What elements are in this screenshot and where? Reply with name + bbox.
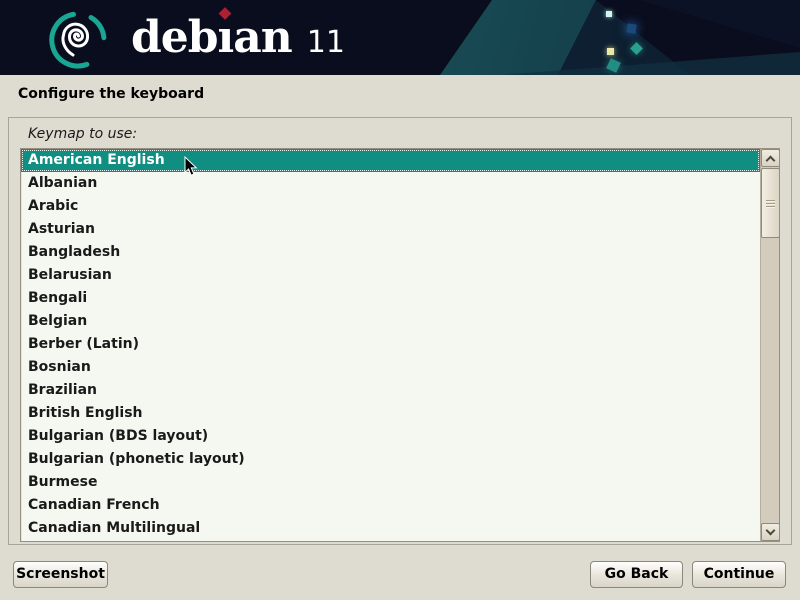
list-item[interactable]: Belarusian (21, 264, 760, 287)
keymap-frame: Keymap to use: American EnglishAlbanianA… (8, 117, 792, 545)
list-item[interactable]: Bengali (21, 287, 760, 310)
keymap-list: American EnglishAlbanianArabicAsturianBa… (21, 149, 760, 540)
chevron-up-icon (766, 155, 776, 165)
list-item[interactable]: Canadian Multilingual (21, 517, 760, 540)
list-item[interactable]: Asturian (21, 218, 760, 241)
banner: debian 11 (0, 0, 800, 75)
list-item[interactable]: Bulgarian (BDS layout) (21, 425, 760, 448)
list-item[interactable]: Albanian (21, 172, 760, 195)
list-item[interactable]: Brazilian (21, 379, 760, 402)
debian-swirl-icon (46, 6, 110, 70)
list-item[interactable]: Bosnian (21, 356, 760, 379)
go-back-button[interactable]: Go Back (590, 561, 683, 588)
list-item[interactable]: Bangladesh (21, 241, 760, 264)
version-number: 11 (307, 5, 345, 75)
list-item[interactable]: Bulgarian (phonetic layout) (21, 448, 760, 471)
brand-i: i (218, 0, 234, 75)
scrollbar[interactable] (760, 149, 779, 541)
continue-button[interactable]: Continue (692, 561, 786, 588)
keymap-label: Keymap to use: (28, 126, 137, 142)
scroll-down-button[interactable] (761, 523, 780, 541)
screenshot-button[interactable]: Screenshot (13, 561, 108, 588)
deco-square (626, 23, 636, 33)
keymap-listbox: American EnglishAlbanianArabicAsturianBa… (20, 148, 780, 542)
scroll-up-button[interactable] (761, 149, 780, 167)
brand-post: an (233, 12, 292, 63)
list-item[interactable]: Canadian French (21, 494, 760, 517)
page-title: Configure the keyboard (18, 86, 204, 102)
list-item[interactable]: British English (21, 402, 760, 425)
deco-square (606, 11, 612, 17)
scrollbar-thumb[interactable] (761, 168, 780, 238)
list-item[interactable]: Burmese (21, 471, 760, 494)
thumb-grip (766, 200, 775, 209)
brand-name: debian (131, 0, 292, 75)
brand-pre: deb (131, 12, 218, 63)
logotype: debian 11 (131, 0, 345, 75)
deco-square (607, 48, 614, 55)
list-item[interactable]: Arabic (21, 195, 760, 218)
list-item[interactable]: American English (21, 149, 760, 172)
list-item[interactable]: Belgian (21, 310, 760, 333)
list-item[interactable]: Berber (Latin) (21, 333, 760, 356)
chevron-down-icon (766, 525, 776, 535)
banner-art (0, 0, 800, 75)
